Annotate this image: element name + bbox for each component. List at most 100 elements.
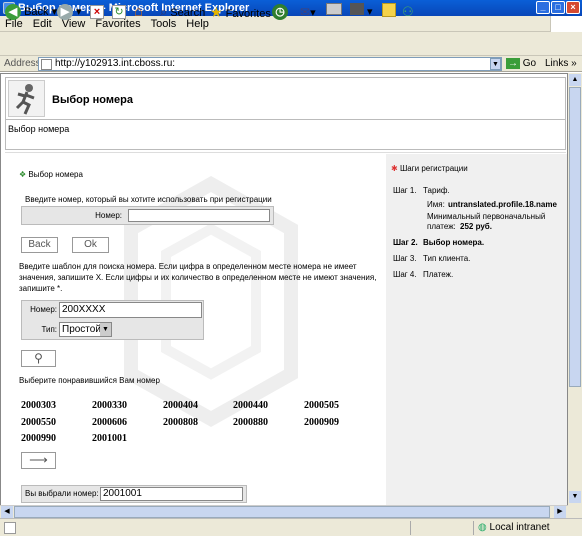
number-option[interactable]: 2000606 [92, 417, 127, 428]
ok-button[interactable]: Ok [72, 237, 109, 253]
scroll-down-arrow-icon[interactable]: ▼ [569, 491, 581, 503]
number-input[interactable] [128, 209, 270, 222]
zone-indicator: ◍ Local intranet [478, 522, 550, 533]
home-icon: ⌂ [134, 3, 144, 20]
next-button[interactable]: ⟶ [21, 452, 56, 469]
forward-arrow-icon: ▶ [57, 4, 73, 21]
toolbar [0, 32, 582, 56]
address-input[interactable]: http://y102913.int.cboss.ru: [38, 57, 502, 71]
step3-label: Шаг 3. [393, 254, 417, 263]
folder-icon [382, 3, 396, 17]
selected-number-input[interactable]: 2001001 [100, 487, 243, 501]
section-title: ❖ Выбор номера [19, 170, 83, 179]
refresh-button[interactable]: ↻ [112, 3, 126, 21]
favorites-button[interactable]: ★ Favorites [210, 3, 271, 21]
step1-label: Шаг 1. [393, 186, 417, 195]
history-icon: ◷ [272, 4, 288, 21]
choose-number-text: Выберите понравившийся Вам номер [19, 376, 160, 385]
star-icon: ★ [210, 4, 223, 20]
number-option[interactable]: 2000404 [163, 400, 198, 411]
discuss-button[interactable] [382, 3, 396, 21]
number-row: Номер: [21, 206, 274, 225]
history-button[interactable]: ◷ [272, 3, 288, 21]
status-divider [410, 521, 411, 535]
back-arrow-icon: ◀ [5, 4, 21, 21]
pattern-label: Номер: [30, 305, 57, 314]
print-button[interactable] [326, 3, 342, 21]
links-button[interactable]: Links » [545, 57, 577, 71]
number-option[interactable]: 2000909 [304, 417, 339, 428]
pattern-input[interactable]: 200XXXX [59, 302, 202, 318]
arrow-right-icon: ⟶ [29, 452, 48, 467]
pattern-form: Номер: 200XXXX Тип: Простой ▼ [21, 300, 204, 340]
pattern-help-text: Введите шаблон для поиска номера. Если ц… [19, 262, 377, 293]
selected-number-row: Вы выбрали номер: 2001001 [21, 485, 247, 503]
mail-button[interactable]: ✉▾ [300, 3, 316, 21]
messenger-icon: ⚇ [402, 4, 414, 19]
enter-number-instruction: Введите номер, который вы хотите использ… [25, 195, 272, 204]
back-form-button[interactable]: Back [21, 237, 58, 253]
magnifier-icon: ⚲ [34, 351, 43, 365]
number-label: Номер: [95, 211, 122, 220]
refresh-icon: ↻ [112, 5, 126, 19]
hscroll-thumb[interactable] [14, 506, 550, 518]
runner-logo [8, 80, 45, 117]
number-option[interactable]: 2000505 [304, 400, 339, 411]
number-option[interactable]: 2000990 [21, 433, 56, 444]
type-label: Тип: [41, 325, 57, 334]
type-select[interactable]: Простой ▼ [59, 322, 112, 337]
horizontal-scrollbar[interactable]: ◀ ▶ [0, 505, 568, 518]
number-option[interactable]: 2000880 [233, 417, 268, 428]
registration-steps-panel: ✱ Шаги регистрации Шаг 1. Тариф. Имя: un… [386, 154, 567, 517]
search-button[interactable]: ⌕ Search [160, 3, 205, 21]
menu-bar: File Edit View Favorites Tools Help [0, 16, 582, 32]
messenger-button[interactable]: ⚇ [402, 3, 414, 21]
go-button[interactable]: → Go [506, 57, 536, 71]
home-button[interactable]: ⌂ [134, 3, 143, 21]
intranet-icon: ◍ [478, 522, 487, 533]
close-button[interactable]: × [566, 1, 580, 14]
tariff-name-label: Имя: [427, 200, 445, 209]
bullet-icon: ❖ [19, 170, 27, 179]
min-payment-value: 252 руб. [460, 222, 492, 231]
step3-name: Тип клиента. [423, 254, 471, 263]
step4-name: Платеж. [423, 270, 454, 279]
search-icon: ⌕ [160, 4, 168, 19]
minimize-button[interactable]: _ [536, 1, 550, 14]
windows-logo [550, 16, 582, 32]
scroll-thumb[interactable] [569, 87, 581, 387]
back-button[interactable]: ◀ Back ▾ [5, 3, 57, 21]
tariff-name-value: untranslated.profile.18.name [448, 200, 557, 209]
edit-icon [350, 3, 364, 15]
step4-label: Шаг 4. [393, 270, 417, 279]
status-bar: ◍ Local intranet [0, 518, 582, 536]
status-divider [473, 521, 474, 535]
page-content: Выбор номера Выбор номера ✱ Шаги регистр… [0, 73, 568, 518]
selected-label: Вы выбрали номер: [25, 489, 99, 498]
page-title: Выбор номера [52, 94, 133, 106]
stop-button[interactable]: × [90, 3, 104, 21]
number-option[interactable]: 2000808 [163, 417, 198, 428]
number-option[interactable]: 2000330 [92, 400, 127, 411]
steps-title: ✱ Шаги регистрации [391, 164, 468, 173]
stop-icon: × [90, 5, 104, 19]
number-option[interactable]: 2000303 [21, 400, 56, 411]
vertical-scrollbar[interactable]: ▲ ▼ [568, 73, 582, 518]
address-dropdown-button[interactable]: ▼ [490, 58, 501, 70]
scroll-left-arrow-icon[interactable]: ◀ [1, 506, 13, 518]
asterisk-icon: ✱ [391, 164, 398, 173]
done-page-icon [4, 522, 16, 534]
step2-label: Шаг 2. [393, 238, 418, 247]
scroll-right-arrow-icon[interactable]: ▶ [554, 506, 566, 518]
mail-icon: ✉ [300, 5, 311, 19]
step2-name: Выбор номера. [423, 238, 485, 247]
number-option[interactable]: 2000440 [233, 400, 268, 411]
number-option[interactable]: 2000550 [21, 417, 56, 428]
forward-button[interactable]: ▶ ▾ [57, 3, 82, 21]
maximize-button[interactable]: □ [551, 1, 565, 14]
search-number-button[interactable]: ⚲ [21, 350, 56, 367]
number-option[interactable]: 2001001 [92, 433, 127, 444]
page-icon [41, 59, 52, 70]
scroll-up-arrow-icon[interactable]: ▲ [569, 74, 581, 86]
edit-button[interactable]: ▾ [350, 3, 373, 21]
